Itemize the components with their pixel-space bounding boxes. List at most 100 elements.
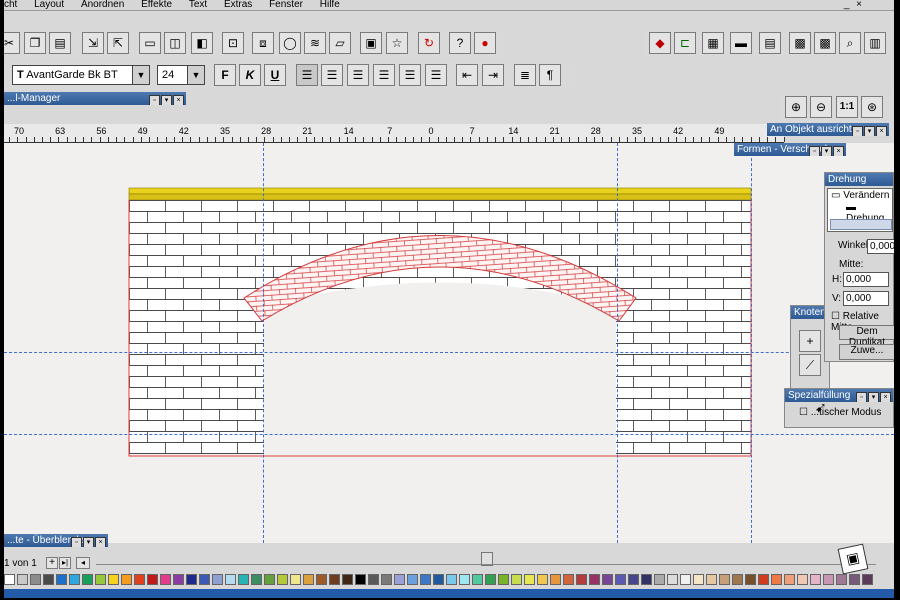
- rotation-panel-title[interactable]: Drehung: [825, 173, 893, 186]
- panel-restore-icon[interactable]: ▫: [149, 95, 160, 105]
- color-swatch[interactable]: [693, 574, 704, 585]
- color-swatch[interactable]: [30, 574, 41, 585]
- circle-icon[interactable]: ◯: [279, 32, 301, 54]
- menu-item[interactable]: Text: [189, 0, 207, 10]
- color-swatch[interactable]: [511, 574, 522, 585]
- chevron-down-icon[interactable]: ▼: [132, 66, 149, 84]
- indent-decrease-icon[interactable]: ⇤: [456, 64, 478, 86]
- color-swatch[interactable]: [849, 574, 860, 585]
- color-swatch[interactable]: [862, 574, 873, 585]
- color-swatch[interactable]: [17, 574, 28, 585]
- color-swatch[interactable]: [537, 574, 548, 585]
- color-swatch[interactable]: [797, 574, 808, 585]
- align-justify-icon[interactable]: ☰: [399, 64, 421, 86]
- menu-item[interactable]: Anordnen: [81, 0, 124, 10]
- panel-menu-icon[interactable]: ▾: [83, 537, 94, 547]
- zoom-level-icon[interactable]: ◧: [191, 32, 213, 54]
- underline-button[interactable]: U: [264, 64, 286, 86]
- color-swatch[interactable]: [446, 574, 457, 585]
- snap-icon[interactable]: ⊡: [222, 32, 244, 54]
- color-swatch[interactable]: [394, 574, 405, 585]
- color-swatch[interactable]: [615, 574, 626, 585]
- grid-icon[interactable]: ▥: [864, 32, 886, 54]
- color-swatch[interactable]: [771, 574, 782, 585]
- color-swatch[interactable]: [212, 574, 223, 585]
- menu-item[interactable]: Fenster: [269, 0, 303, 10]
- color-swatch[interactable]: [264, 574, 275, 585]
- color-swatch[interactable]: [4, 574, 15, 585]
- color-swatch[interactable]: [810, 574, 821, 585]
- transform-icon[interactable]: ▱: [329, 32, 351, 54]
- align-force-icon[interactable]: ☰: [425, 64, 447, 86]
- color-swatch[interactable]: [316, 574, 327, 585]
- menu-item[interactable]: cht: [4, 0, 17, 10]
- frame-icon[interactable]: ▣: [360, 32, 382, 54]
- panel-menu-icon[interactable]: ▾: [864, 126, 875, 136]
- color-swatch[interactable]: [147, 574, 158, 585]
- color-swatch[interactable]: [69, 574, 80, 585]
- font-name-select[interactable]: T AvantGarde Bk BT ▼: [12, 65, 150, 85]
- bold-button[interactable]: F: [214, 64, 236, 86]
- align-left-icon[interactable]: ☰: [321, 64, 343, 86]
- color-swatch[interactable]: [407, 574, 418, 585]
- shapes-panel-title[interactable]: Formen - Verschmel... ▫ ▾ ×: [734, 143, 846, 156]
- application-launcher-icon[interactable]: ▭: [139, 32, 161, 54]
- minimize-icon[interactable]: _: [844, 0, 850, 10]
- import-icon[interactable]: ⇲: [82, 32, 104, 54]
- color-swatch[interactable]: [680, 574, 691, 585]
- color-swatch[interactable]: [836, 574, 847, 585]
- color-swatch[interactable]: [238, 574, 249, 585]
- zoom-out-icon[interactable]: ⊖: [810, 96, 832, 118]
- horizontal-scrollbar[interactable]: [96, 564, 876, 565]
- color-swatch[interactable]: [186, 574, 197, 585]
- align-center-icon[interactable]: ☰: [347, 64, 369, 86]
- color-swatch[interactable]: [641, 574, 652, 585]
- panel-restore-icon[interactable]: ▫: [71, 537, 82, 547]
- color-swatch[interactable]: [303, 574, 314, 585]
- tree-scrollbar[interactable]: [830, 219, 892, 230]
- search-icon[interactable]: ⌕: [839, 32, 861, 54]
- color-swatch[interactable]: [472, 574, 483, 585]
- color-swatch[interactable]: [706, 574, 717, 585]
- color-swatch[interactable]: [82, 574, 93, 585]
- color-swatch[interactable]: [251, 574, 262, 585]
- color-swatch[interactable]: [277, 574, 288, 585]
- duplicate-button[interactable]: Dem Duplikat: [839, 325, 894, 348]
- color-swatch[interactable]: [563, 574, 574, 585]
- mode-checkbox[interactable]: ☐ ...tischer Modus: [799, 407, 881, 418]
- panel-restore-icon[interactable]: ▫: [856, 392, 867, 402]
- panel-close-icon[interactable]: ×: [876, 126, 887, 136]
- bullet-list-icon[interactable]: ≣: [514, 64, 536, 86]
- guide-line-horizontal[interactable]: [4, 352, 894, 353]
- color-swatch[interactable]: [628, 574, 639, 585]
- add-node-icon[interactable]: +: [799, 330, 821, 352]
- color-swatch[interactable]: [576, 574, 587, 585]
- color-swatch[interactable]: [758, 574, 769, 585]
- color-swatch[interactable]: [524, 574, 535, 585]
- menu-item[interactable]: Hilfe: [320, 0, 340, 10]
- panel-close-icon[interactable]: ×: [833, 146, 844, 156]
- apple-icon[interactable]: ●: [474, 32, 496, 54]
- color-swatch[interactable]: [329, 574, 340, 585]
- corel-online-icon[interactable]: ◫: [164, 32, 186, 54]
- close-icon[interactable]: ×: [856, 0, 862, 10]
- color-swatch[interactable]: [485, 574, 496, 585]
- color-swatch[interactable]: [225, 574, 236, 585]
- last-page-icon[interactable]: ▸|: [59, 557, 71, 569]
- add-page-icon[interactable]: +: [46, 557, 58, 569]
- align-right-icon[interactable]: ☰: [373, 64, 395, 86]
- paint-bucket-icon[interactable]: ◆: [649, 32, 671, 54]
- guide-line-vertical[interactable]: [751, 143, 752, 543]
- panel-close-icon[interactable]: ×: [173, 95, 184, 105]
- panel-menu-icon[interactable]: ▾: [821, 146, 832, 156]
- export-icon[interactable]: ⇱: [107, 32, 129, 54]
- color-swatch[interactable]: [95, 574, 106, 585]
- color-swatch[interactable]: [173, 574, 184, 585]
- rec-stop-icon[interactable]: ▩: [814, 32, 836, 54]
- blend-panel-title[interactable]: ...te - Überblender ▫ ▾ ×: [4, 534, 108, 547]
- color-swatch[interactable]: [381, 574, 392, 585]
- color-swatch[interactable]: [420, 574, 431, 585]
- cut-icon[interactable]: ✂: [4, 32, 20, 54]
- guide-line-vertical[interactable]: [263, 143, 264, 543]
- star-icon[interactable]: ☆: [386, 32, 408, 54]
